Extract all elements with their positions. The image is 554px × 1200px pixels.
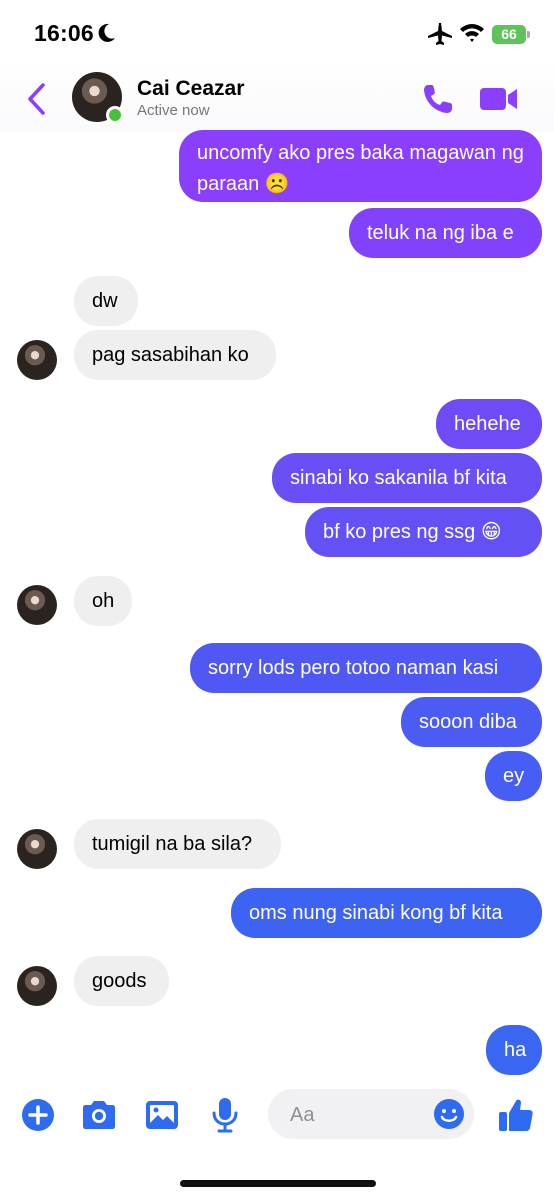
outgoing-message[interactable]: uncomfy ako pres baka magawan ng paraan … [179, 130, 542, 202]
outgoing-message[interactable]: sooon diba [401, 697, 542, 747]
contact-avatar-small[interactable] [17, 340, 57, 380]
outgoing-message[interactable]: ey [485, 751, 542, 801]
message-text: hehehe [454, 413, 521, 435]
outgoing-message[interactable]: sinabi ko sakanila bf kita [272, 453, 542, 503]
thumbs-up-button[interactable] [496, 1095, 536, 1135]
outgoing-message[interactable]: hehehe [436, 399, 542, 449]
incoming-message[interactable]: goods [74, 956, 169, 1006]
contact-avatar-small[interactable] [17, 585, 57, 625]
message-input[interactable] [288, 1099, 422, 1131]
message-text: pag sasabihan ko [92, 344, 249, 366]
message-text: bf ko pres ng ssg 😁 [323, 521, 502, 543]
contact-avatar-small[interactable] [17, 829, 57, 869]
outgoing-message[interactable]: teluk na ng iba e [349, 208, 542, 258]
contact-avatar-small[interactable] [17, 966, 57, 1006]
message-text: sinabi ko sakanila bf kita [290, 467, 507, 489]
incoming-message[interactable]: oh [74, 576, 132, 626]
message-text: sorry lods pero totoo naman kasi [208, 657, 499, 679]
message-text: uncomfy ako pres baka magawan ng paraan … [197, 142, 524, 195]
voice-message-button[interactable] [205, 1095, 245, 1135]
message-text: ey [503, 765, 525, 787]
plus-icon [22, 1099, 54, 1131]
image-icon [146, 1101, 178, 1129]
emoji-button[interactable] [432, 1097, 466, 1131]
message-text: teluk na ng iba e [367, 222, 514, 244]
thumbs-up-icon [499, 1099, 533, 1131]
gallery-button[interactable] [142, 1095, 182, 1135]
home-indicator[interactable] [180, 1180, 376, 1187]
message-text: tumigil na ba sila? [92, 833, 253, 855]
incoming-message[interactable]: pag sasabihan ko [74, 330, 276, 380]
message-text: sooon diba [419, 711, 517, 733]
more-actions-button[interactable] [18, 1095, 58, 1135]
microphone-icon [212, 1098, 238, 1133]
outgoing-message[interactable]: ha [486, 1025, 542, 1075]
message-text: oh [92, 590, 115, 612]
message-text: oms nung sinabi kong bf kita [249, 902, 503, 924]
outgoing-message[interactable]: oms nung sinabi kong bf kita [231, 888, 542, 938]
outgoing-message[interactable]: sorry lods pero totoo naman kasi [190, 643, 542, 693]
message-text: ha [504, 1039, 527, 1061]
message-list[interactable]: uncomfy ako pres baka magawan ng paraan … [0, 0, 554, 1200]
camera-icon [83, 1101, 115, 1129]
camera-button[interactable] [79, 1095, 119, 1135]
emoji-icon [434, 1099, 464, 1129]
message-text: goods [92, 970, 147, 992]
incoming-message[interactable]: dw [74, 276, 138, 326]
incoming-message[interactable]: tumigil na ba sila? [74, 819, 281, 869]
outgoing-message[interactable]: bf ko pres ng ssg 😁 [305, 507, 542, 557]
message-text: dw [92, 290, 118, 312]
